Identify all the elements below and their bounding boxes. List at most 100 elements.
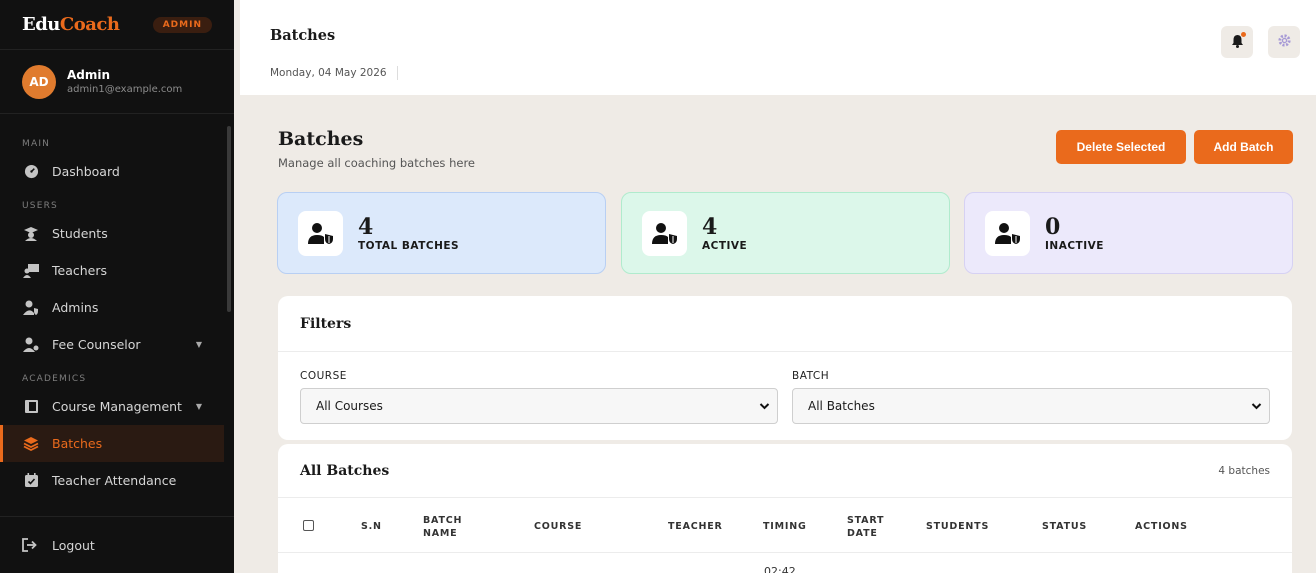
sidebar: EduCoach ADMIN AD Admin admin1@example.c… — [0, 0, 234, 573]
sidebar-item-label: Students — [52, 226, 108, 241]
brand-logo[interactable]: EduCoach — [22, 14, 120, 35]
gear-icon — [1277, 33, 1292, 52]
layers-icon — [22, 435, 40, 453]
delete-selected-button[interactable]: Delete Selected — [1056, 130, 1186, 164]
chevron-down-icon — [1251, 400, 1262, 415]
user-shield-icon — [985, 210, 1030, 256]
column-header-text: DATE — [847, 528, 878, 539]
sidebar-item-label: Teacher Attendance — [52, 473, 177, 488]
column-header-batch-name[interactable]: BATCH NAME — [423, 514, 462, 540]
nav-section-main: MAIN — [22, 139, 51, 149]
user-email: admin1@example.com — [67, 84, 183, 95]
page-title: Batches — [278, 128, 364, 150]
add-batch-button[interactable]: Add Batch — [1194, 130, 1293, 164]
top-bar-title: Batches — [270, 27, 336, 44]
chalkboard-teacher-icon — [22, 262, 40, 280]
column-header-text: NAME — [423, 528, 458, 539]
brand-name-part2: Coach — [59, 14, 120, 35]
column-header-students[interactable]: STUDENTS — [926, 520, 989, 533]
sidebar-item-label: Batches — [52, 436, 103, 451]
table-cell-timing: 02:42 — [764, 565, 796, 573]
sidebar-item-batches[interactable]: Batches — [0, 425, 224, 462]
user-shield-icon — [22, 299, 40, 317]
settings-button[interactable] — [1268, 26, 1300, 58]
select-all-checkbox[interactable] — [303, 520, 314, 531]
stat-value: 4 — [702, 213, 718, 240]
batches-table-header: All Batches 4 batches — [278, 444, 1292, 498]
batches-count: 4 batches — [1218, 464, 1270, 477]
batch-filter-label: BATCH — [792, 370, 830, 382]
sidebar-item-dashboard[interactable]: Dashboard — [0, 153, 224, 190]
column-header-teacher[interactable]: TEACHER — [668, 520, 723, 533]
avatar: AD — [22, 64, 56, 99]
user-tie-icon — [22, 336, 40, 354]
course-filter-label: COURSE — [300, 370, 347, 382]
current-date: Monday, 04 May 2026 — [270, 67, 387, 79]
filters-title: Filters — [300, 315, 352, 332]
sidebar-scrollbar[interactable] — [227, 126, 231, 312]
brand-bar: EduCoach ADMIN — [0, 0, 234, 50]
sidebar-item-label: Fee Counselor — [52, 337, 141, 352]
chevron-down-icon — [759, 400, 770, 415]
stat-label: TOTAL BATCHES — [358, 239, 460, 252]
notification-dot — [1241, 32, 1246, 37]
table-head: S.N BATCH NAME COURSE TEACHER TIMING STAR… — [278, 499, 1292, 553]
dashboard-icon — [22, 163, 40, 181]
column-header-text: START — [847, 515, 885, 526]
logout-icon — [22, 538, 40, 552]
column-header-timing[interactable]: TIMING — [763, 520, 807, 533]
stat-label: INACTIVE — [1045, 239, 1104, 252]
user-name: Admin — [67, 68, 111, 82]
nav-section-users: USERS — [22, 201, 58, 211]
filters-card: Filters COURSE All Courses BATCH All Bat… — [278, 296, 1292, 440]
nav-section-academics: ACADEMICS — [22, 374, 87, 384]
column-header-text: BATCH — [423, 515, 463, 526]
user-meta: Admin admin1@example.com — [67, 68, 182, 95]
column-header-start-date[interactable]: START DATE — [847, 514, 884, 540]
user-shield-icon — [642, 210, 687, 256]
course-filter-select[interactable]: All Courses — [300, 388, 778, 424]
column-header-sn[interactable]: S.N — [361, 520, 382, 533]
calendar-check-icon — [22, 472, 40, 490]
sidebar-item-label: Course Management — [52, 399, 182, 414]
role-badge: ADMIN — [152, 16, 212, 33]
column-header-course[interactable]: COURSE — [534, 520, 582, 533]
user-profile: AD Admin admin1@example.com — [0, 50, 234, 114]
sidebar-item-admins[interactable]: Admins — [0, 289, 224, 326]
stat-value: 0 — [1045, 213, 1061, 240]
column-header-actions: ACTIONS — [1135, 521, 1188, 532]
sidebar-item-label: Admins — [52, 300, 99, 315]
page-subtitle: Manage all coaching batches here — [278, 156, 475, 170]
stat-value: 4 — [358, 213, 374, 240]
course-filter-value: All Courses — [316, 399, 383, 413]
chevron-down-icon: ▼ — [195, 402, 202, 411]
sidebar-item-students[interactable]: Students — [0, 215, 224, 252]
logout-button[interactable]: Logout — [0, 516, 234, 573]
sidebar-item-teachers[interactable]: Teachers — [0, 252, 224, 289]
batch-filter-value: All Batches — [808, 399, 875, 413]
book-icon — [22, 398, 40, 416]
chevron-down-icon: ▼ — [195, 340, 202, 349]
logout-label: Logout — [52, 537, 95, 553]
batches-table-title: All Batches — [300, 462, 390, 479]
stat-label: ACTIVE — [702, 239, 748, 252]
column-header-status[interactable]: STATUS — [1042, 520, 1087, 533]
brand-name-part1: Edu — [22, 14, 60, 35]
date-divider — [397, 66, 398, 80]
sidebar-nav: MAIN Dashboard USERS Students Teachers A… — [0, 114, 234, 499]
notifications-button[interactable] — [1221, 26, 1253, 58]
graduation-cap-icon — [22, 225, 40, 243]
batch-filter-select[interactable]: All Batches — [792, 388, 1270, 424]
sidebar-item-course-management[interactable]: Course Management ▼ — [0, 388, 224, 425]
stat-card-inactive: 0 INACTIVE — [964, 192, 1293, 274]
stat-card-total: 4 TOTAL BATCHES — [277, 192, 606, 274]
sidebar-item-label: Teachers — [52, 263, 107, 278]
user-shield-icon — [298, 210, 343, 256]
top-bar: Batches Monday, 04 May 2026 — [240, 0, 1316, 95]
sidebar-item-fee-counselor[interactable]: Fee Counselor ▼ — [0, 326, 224, 363]
sidebar-item-label: Dashboard — [52, 164, 120, 179]
filters-header: Filters — [278, 296, 1292, 352]
batches-table-card: All Batches 4 batches S.N BATCH NAME COUR… — [278, 444, 1292, 573]
stat-card-active: 4 ACTIVE — [621, 192, 950, 274]
sidebar-item-teacher-attendance[interactable]: Teacher Attendance — [0, 462, 224, 499]
